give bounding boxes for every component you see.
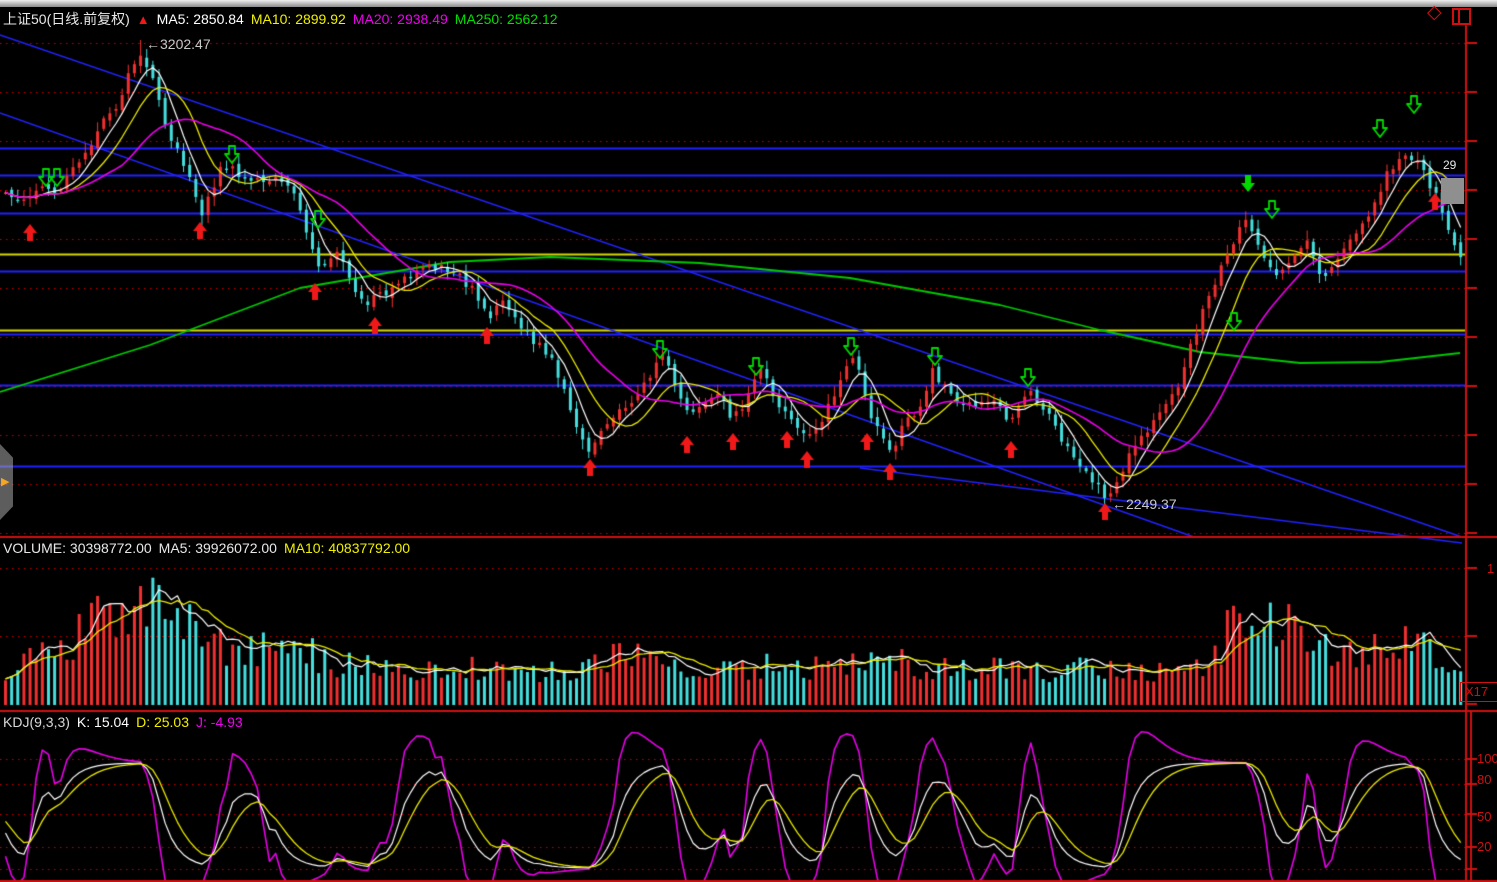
last-price-label: 29	[1443, 158, 1456, 172]
kdj-j-value: J: -4.93	[196, 714, 243, 730]
main-chart-header: 上证50(日线.前复权) ▲ MA5: 2850.84 MA10: 2899.92 MA…	[3, 9, 565, 29]
instrument-title: 上证50(日线.前复权)	[3, 11, 130, 27]
kdj-axis-label: 20	[1477, 839, 1491, 854]
expand-arrow-icon: ▶	[1, 475, 9, 488]
up-arrow-icon: ▲	[137, 12, 150, 27]
kdj-axis-label: 50	[1477, 809, 1491, 824]
ma250-value: MA250: 2562.12	[455, 11, 558, 27]
trough-price-label: ←2249.37	[1112, 496, 1177, 512]
stock-app-window: { "main": { "title": "上证50(日线.前复权)", "up…	[0, 0, 1497, 882]
volume-ma5-value: MA5: 39926072.00	[159, 540, 277, 556]
volume-axis-top-label: 1	[1487, 561, 1494, 576]
peak-price-label: ←3202.47	[146, 36, 211, 52]
kdj-d-value: D: 25.03	[136, 714, 189, 730]
kdj-k-value: K: 15.04	[77, 714, 129, 730]
ma10-value: MA10: 2899.92	[251, 11, 346, 27]
diamond-icon[interactable]: ◇	[1427, 5, 1442, 23]
volume-ma10-value: MA10: 40837792.00	[284, 540, 410, 556]
volume-value: VOLUME: 30398772.00	[3, 540, 152, 556]
kdj-axis-label: 100	[1477, 751, 1497, 766]
kdj-header: KDJ(9,3,3) K: 15.04 D: 25.03 J: -4.93	[3, 714, 250, 730]
volume-header: VOLUME: 30398772.00 MA5: 39926072.00 MA10:…	[3, 540, 417, 556]
kdj-params: KDJ(9,3,3)	[3, 714, 70, 730]
ma20-value: MA20: 2938.49	[353, 11, 448, 27]
split-window-icon[interactable]	[1452, 8, 1471, 25]
window-top-strip	[0, 0, 1497, 7]
chart-canvas[interactable]	[0, 0, 1497, 882]
kdj-axis-label: 80	[1477, 772, 1491, 787]
current-price-marker	[1441, 178, 1464, 204]
indicator-corner-label[interactable]: X17	[1460, 682, 1497, 702]
ma5-value: MA5: 2850.84	[157, 11, 244, 27]
